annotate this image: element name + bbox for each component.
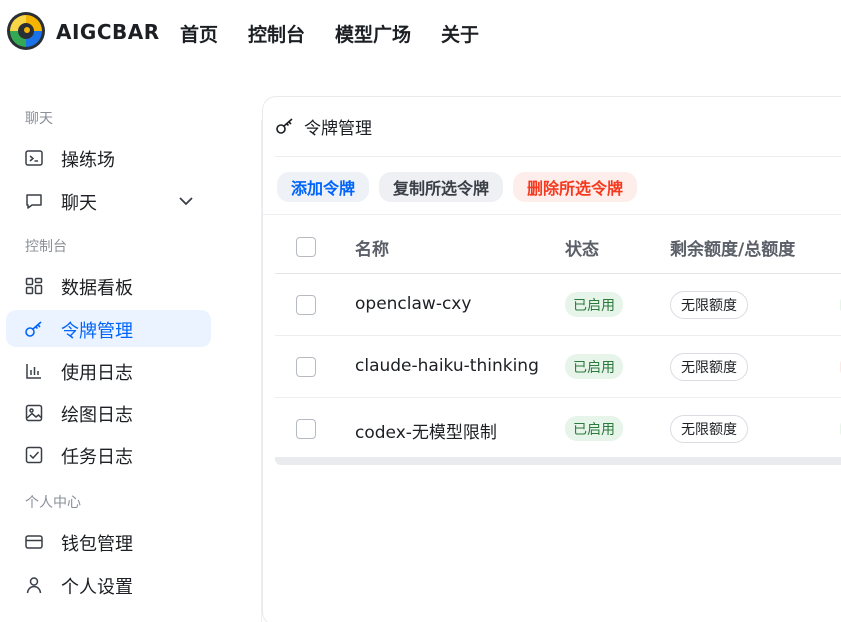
sidebar-item-label: 操练场: [61, 150, 115, 171]
page-title: 令牌管理: [304, 118, 372, 139]
dashboard-grid-icon: [25, 277, 43, 295]
status-badge: 已启用: [565, 292, 623, 317]
add-token-button[interactable]: 添加令牌: [277, 172, 370, 202]
column-header-status[interactable]: 状态: [565, 235, 599, 260]
sidebar-item-label: 绘图日志: [61, 405, 133, 426]
nav-about[interactable]: 关于: [441, 20, 479, 47]
nav-model-plaza[interactable]: 模型广场: [335, 20, 411, 47]
brand-name[interactable]: AIGCBAR: [56, 20, 160, 44]
delete-selected-tokens-button[interactable]: 删除所选令牌: [513, 172, 638, 202]
token-table: 名称 状态 剩余额度/总额度 openclaw-cxy 已启用 无限额度 cla…: [275, 220, 841, 460]
divider: [275, 156, 841, 157]
quota-badge: 无限额度: [670, 415, 748, 443]
image-icon: [25, 404, 43, 422]
divider: [263, 214, 841, 215]
token-name: claude-haiku-thinking: [355, 356, 539, 376]
sidebar-item-personal-settings[interactable]: 个人设置: [6, 566, 211, 603]
sidebar-item-playground[interactable]: 操练场: [6, 139, 211, 176]
status-badge: 已启用: [565, 354, 623, 379]
top-header: AIGCBAR 首页 控制台 模型广场 关于: [0, 0, 841, 64]
sidebar-item-label: 个人设置: [61, 577, 133, 598]
copy-selected-tokens-button[interactable]: 复制所选令牌: [379, 172, 504, 202]
sidebar-item-label: 钱包管理: [61, 534, 133, 555]
token-management-card: 令牌管理 添加令牌 复制所选令牌 删除所选令牌 名称 状态 剩余额度/总额度 o…: [262, 96, 841, 622]
row-checkbox[interactable]: [296, 419, 316, 439]
table-header: 名称 状态 剩余额度/总额度: [275, 220, 841, 274]
select-all-checkbox[interactable]: [296, 237, 316, 257]
aigcbar-logo-icon[interactable]: [6, 11, 46, 51]
chevron-down-icon[interactable]: [176, 191, 196, 211]
bar-chart-icon: [26, 364, 41, 379]
sidebar-item-label: 使用日志: [61, 363, 133, 384]
sidebar-item-task-log[interactable]: 任务日志: [6, 436, 211, 473]
sidebar-item-wallet[interactable]: 钱包管理: [6, 523, 211, 560]
token-name: codex-无模型限制: [355, 423, 497, 443]
table-row[interactable]: openclaw-cxy 已启用 无限额度: [275, 274, 841, 336]
checkbox-icon: [25, 446, 43, 464]
sidebar-item-drawing-log[interactable]: 绘图日志: [6, 394, 211, 431]
credit-card-icon: [25, 535, 43, 549]
action-toolbar: 添加令牌 复制所选令牌 删除所选令牌: [277, 172, 638, 202]
nav-console[interactable]: 控制台: [248, 20, 305, 47]
row-checkbox[interactable]: [296, 357, 316, 377]
user-icon: [26, 577, 42, 594]
sidebar-item-label: 聊天: [61, 193, 97, 214]
top-nav: 首页 控制台 模型广场 关于: [180, 20, 479, 47]
token-name: openclaw-cxy: [355, 294, 472, 314]
card-header: 令牌管理: [275, 114, 372, 139]
row-checkbox[interactable]: [296, 295, 316, 315]
section-label-console: 控制台: [25, 239, 67, 255]
sidebar-item-dashboard[interactable]: 数据看板: [6, 267, 211, 304]
table-row[interactable]: claude-haiku-thinking 已启用 无限额度: [275, 336, 841, 398]
sidebar-item-label: 任务日志: [61, 447, 133, 468]
key-icon: [25, 321, 42, 337]
table-row[interactable]: codex-无模型限制 已启用 无限额度: [275, 398, 841, 460]
key-icon: [276, 118, 293, 134]
sidebar: 聊天 操练场 聊天 控制台 数据看板 令牌管理 使用日志 绘图日志 任务日志 个…: [0, 96, 222, 622]
section-label-personal: 个人中心: [25, 495, 81, 511]
sidebar-item-label: 令牌管理: [61, 321, 133, 342]
column-header-quota[interactable]: 剩余额度/总额度: [670, 235, 795, 260]
table-scrollbar[interactable]: [275, 457, 841, 465]
sidebar-item-chat[interactable]: 聊天: [6, 182, 211, 219]
sidebar-item-token-management[interactable]: 令牌管理: [6, 310, 211, 347]
sidebar-item-label: 数据看板: [61, 278, 133, 299]
sidebar-item-usage-log[interactable]: 使用日志: [6, 352, 211, 389]
quota-badge: 无限额度: [670, 291, 748, 319]
section-label-chat: 聊天: [25, 111, 53, 127]
column-header-name[interactable]: 名称: [355, 235, 389, 260]
quota-badge: 无限额度: [670, 353, 748, 381]
terminal-icon: [25, 150, 43, 166]
nav-home[interactable]: 首页: [180, 20, 218, 47]
chat-bubble-icon: [26, 194, 42, 209]
status-badge: 已启用: [565, 416, 623, 441]
